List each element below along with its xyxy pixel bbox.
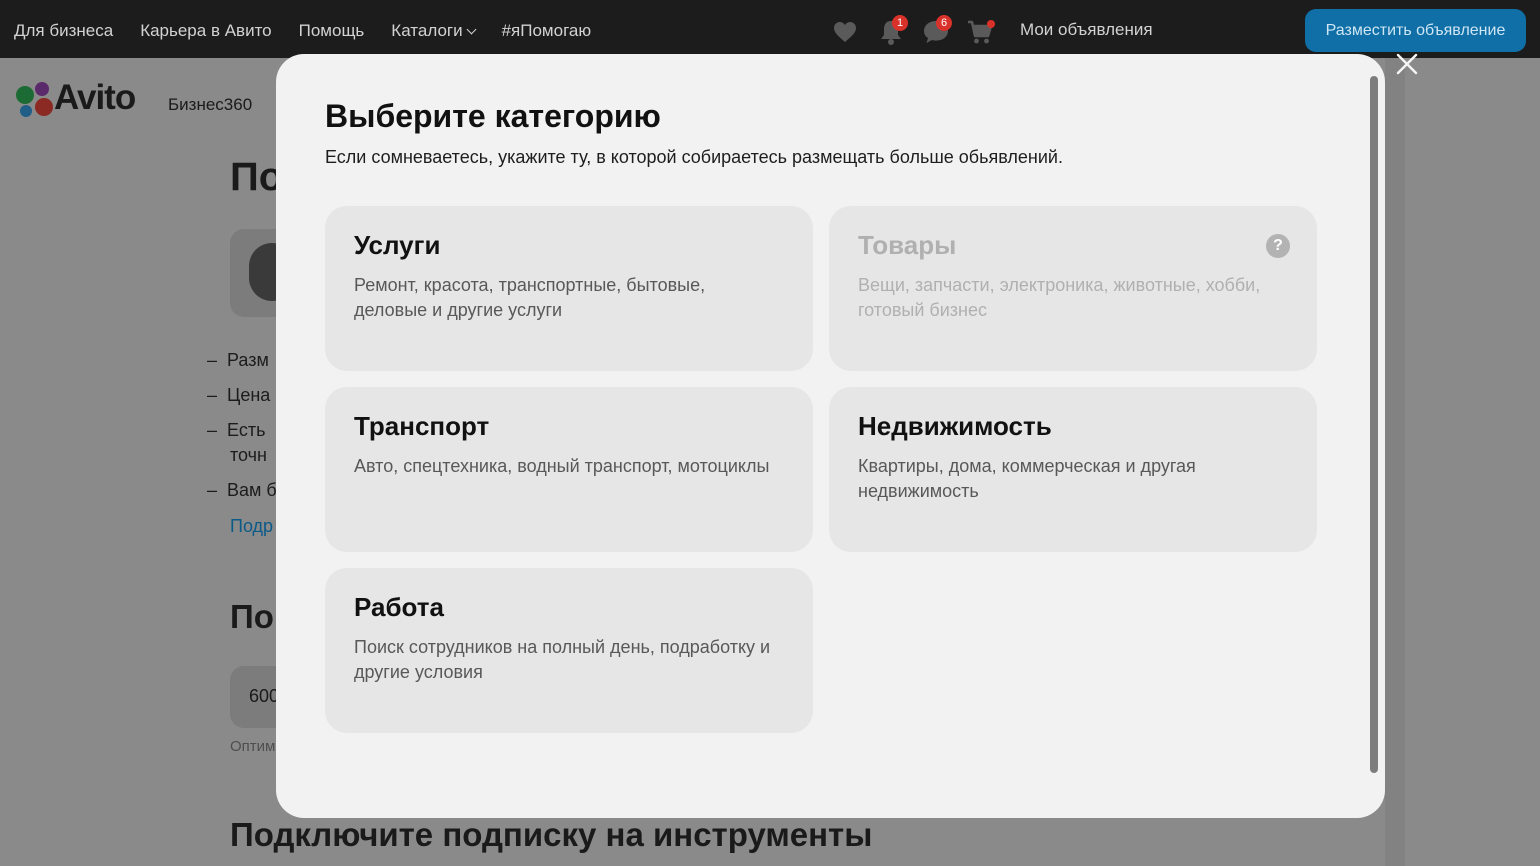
amount-value: 600 (249, 686, 280, 706)
subscription-heading: Подключите подписку на инструменты (230, 816, 873, 853)
chevron-down-icon (466, 24, 477, 35)
category-goods: Товары Вещи, запчасти, электроника, живо… (829, 206, 1317, 371)
modal-scrollbar[interactable] (1370, 76, 1378, 773)
category-title: Товары (858, 230, 957, 260)
avito-logo-icon (16, 82, 53, 117)
category-description: Авто, спецтехника, водный транспорт, мот… (354, 456, 770, 476)
notifications-badge: 1 (892, 15, 908, 31)
category-description: Квартиры, дома, коммерческая и другая не… (858, 456, 1196, 501)
category-description: Ремонт, красота, транспортные, бытовые, … (354, 275, 706, 320)
nav-for-business[interactable]: Для бизнеса (14, 21, 113, 41)
modal-title: Выберите категорию (325, 98, 661, 134)
list-item: – Вам б (207, 480, 277, 500)
details-link[interactable]: Подр (230, 516, 273, 537)
list-item: – Есть (207, 420, 266, 440)
category-description: Поиск сотрудников на полный день, подраб… (354, 637, 771, 682)
top-navigation-bar: Для бизнеса Карьера в Авито Помощь Катал… (0, 0, 1540, 58)
category-title: Услуги (354, 230, 441, 260)
business360-label[interactable]: Бизнес360 (168, 95, 252, 115)
close-icon[interactable] (1396, 53, 1418, 75)
modal-subtitle: Если сомневаетесь, укажите ту, в которой… (325, 147, 1063, 167)
category-services[interactable]: Услуги Ремонт, красота, транспортные, бы… (325, 206, 813, 371)
nav-help[interactable]: Помощь (299, 21, 365, 41)
avito-logo-text[interactable]: Avito (54, 78, 136, 118)
category-title: Транспорт (354, 411, 490, 441)
category-modal: Выберите категорию Если сомневаетесь, ук… (276, 54, 1385, 818)
input-hint: Оптим (230, 738, 276, 755)
category-real-estate[interactable]: Недвижимость Квартиры, дома, коммерческа… (829, 387, 1317, 552)
list-item: – Цена (207, 385, 271, 405)
heart-icon[interactable] (832, 20, 858, 44)
cart-indicator-dot (987, 20, 995, 28)
messages-badge: 6 (936, 15, 952, 31)
nav-ya-pomogayu[interactable]: #яПомогаю (502, 21, 592, 41)
category-jobs[interactable]: Работа Поиск сотрудников на полный день,… (325, 568, 813, 733)
category-title: Работа (354, 592, 444, 622)
nav-catalogs[interactable]: Каталоги (391, 21, 477, 41)
category-title: Недвижимость (858, 411, 1052, 441)
top-nav-links: Для бизнеса Карьера в Авито Помощь Катал… (14, 0, 591, 62)
section-heading: По (230, 598, 274, 635)
category-description: Вещи, запчасти, электроника, животные, х… (858, 275, 1261, 320)
list-item-continuation: точн (230, 445, 267, 465)
category-transport[interactable]: Транспорт Авто, спецтехника, водный тран… (325, 387, 813, 552)
nav-catalogs-label: Каталоги (391, 21, 463, 40)
help-icon[interactable]: ? (1266, 234, 1290, 258)
my-ads-link[interactable]: Мои объявления (1020, 20, 1153, 40)
nav-career[interactable]: Карьера в Авито (140, 21, 271, 41)
list-item: – Разм (207, 350, 269, 370)
post-ad-button[interactable]: Разместить объявление (1305, 9, 1526, 52)
page-edge (1385, 58, 1405, 866)
